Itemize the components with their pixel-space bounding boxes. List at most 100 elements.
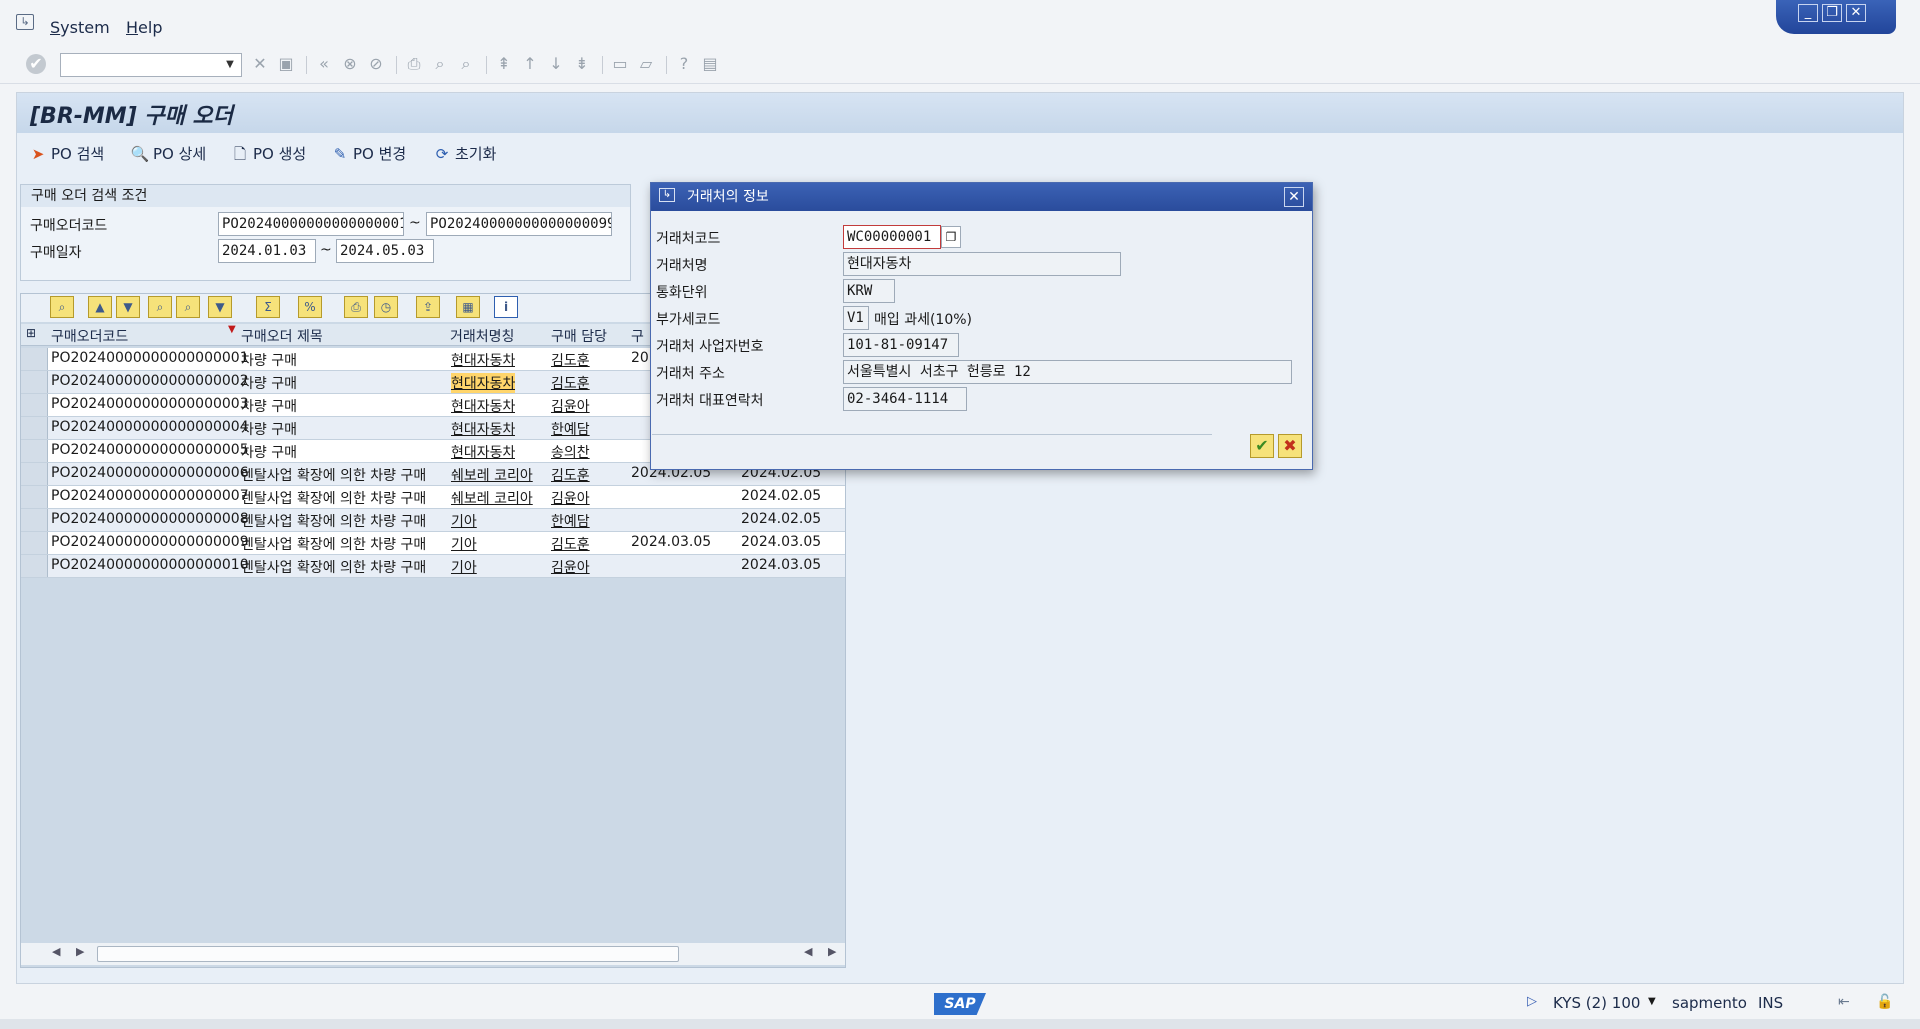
po-code-from-field[interactable]: PO20240000000000000001 — [218, 212, 404, 236]
shortcut-icon[interactable]: ▱ — [636, 54, 656, 74]
details-icon[interactable]: ⌕ — [50, 296, 74, 318]
scrollbar-thumb[interactable] — [97, 946, 679, 962]
po-date-from-field[interactable]: 2024.01.03 — [218, 239, 316, 263]
menu-help[interactable]: Help — [126, 18, 162, 37]
row-selector[interactable] — [21, 417, 48, 439]
cell-vendor[interactable]: 기아 — [451, 511, 477, 531]
session-info[interactable]: KYS (2) 100 — [1553, 994, 1640, 1012]
vendor-code-field[interactable]: WC00000001 — [843, 225, 941, 249]
dialog-menu-icon[interactable]: ↳ — [659, 188, 675, 202]
print-icon[interactable]: ⎙ — [344, 296, 368, 318]
sort-descending-icon[interactable]: ▼ — [116, 296, 140, 318]
row-selector[interactable] — [21, 509, 48, 531]
row-selector[interactable] — [21, 532, 48, 554]
row-selector[interactable] — [21, 348, 48, 370]
find-icon[interactable]: ⌕ — [148, 296, 172, 318]
cancel-icon[interactable]: ✖ — [1278, 434, 1302, 458]
views-icon[interactable]: ◷ — [374, 296, 398, 318]
table-row[interactable]: PO20240000000000000008 렌탈사업 확장에 의한 차량 구매 기… — [21, 509, 845, 532]
scroll-left-icon[interactable]: ◀ — [52, 945, 60, 958]
reset-button[interactable]: ⟳ 초기화 — [432, 143, 497, 164]
enter-icon[interactable]: ✔ — [26, 54, 46, 74]
column-header-title[interactable]: 구매오더 제목 — [241, 326, 323, 346]
last-page-icon[interactable]: ⇟ — [572, 54, 592, 74]
cell-vendor[interactable]: 현대자동차 — [451, 442, 515, 462]
new-session-icon[interactable]: ▭ — [610, 54, 630, 74]
layout-icon[interactable]: ▤ — [700, 54, 720, 74]
column-header-po-code[interactable]: 구매오더코드 — [51, 326, 128, 346]
close-icon[interactable]: ✕ — [1284, 187, 1304, 207]
sort-ascending-icon[interactable]: ▲ — [88, 296, 112, 318]
table-row[interactable]: PO20240000000000000007 렌탈사업 확장에 의한 차량 구매 쉐… — [21, 486, 845, 509]
next-page-icon[interactable]: ↓ — [546, 54, 566, 74]
export-icon[interactable]: ⇪ — [416, 296, 440, 318]
previous-page-icon[interactable]: ↑ — [520, 54, 540, 74]
find-icon[interactable]: ⌕ — [430, 54, 450, 74]
layout-icon[interactable]: ▦ — [456, 296, 480, 318]
cell-buyer[interactable]: 김윤아 — [551, 488, 590, 508]
chevron-down-icon[interactable]: ▼ — [1648, 996, 1656, 1007]
sum-icon[interactable]: Σ — [256, 296, 280, 318]
cell-vendor[interactable]: 쉐보레 코리아 — [451, 465, 533, 485]
po-code-to-field[interactable]: PO20240000000000000099 — [426, 212, 612, 236]
layout-icon[interactable]: ⇤ — [1838, 994, 1850, 1010]
find-next-icon[interactable]: ⌕ — [176, 296, 200, 318]
system-menu-icon[interactable]: ↳ — [16, 14, 34, 30]
cell-vendor[interactable]: 현대자동차 — [451, 350, 515, 370]
row-selector[interactable] — [21, 555, 48, 577]
info-icon[interactable]: i — [494, 296, 518, 318]
help-icon[interactable]: ? — [674, 54, 694, 74]
po-create-button[interactable]: 🗋 PO 생성 — [230, 143, 306, 169]
cell-buyer[interactable]: 김윤아 — [551, 557, 590, 577]
command-field[interactable] — [60, 53, 242, 77]
find-next-icon[interactable]: ⌕ — [456, 54, 476, 74]
cell-vendor[interactable]: 쉐보레 코리아 — [451, 488, 533, 508]
status-expand-icon[interactable]: ▷ — [1527, 994, 1537, 1009]
po-detail-button[interactable]: 🔍 PO 상세 — [130, 143, 207, 164]
scroll-right-icon[interactable]: ▶ — [828, 945, 836, 958]
chevron-down-icon[interactable]: ▼ — [220, 54, 240, 76]
exit-icon[interactable]: ⊗ — [340, 54, 360, 74]
row-selector[interactable] — [21, 440, 48, 462]
cell-vendor[interactable]: 현대자동차 — [451, 396, 515, 416]
print-icon[interactable]: ⎙ — [404, 54, 424, 74]
cell-buyer[interactable]: 김도훈 — [551, 534, 590, 554]
cell-buyer[interactable]: 김도훈 — [551, 350, 590, 370]
cancel-command-icon[interactable]: ✕ — [250, 54, 270, 74]
row-selector[interactable] — [21, 371, 48, 393]
first-page-icon[interactable]: ⇞ — [494, 54, 514, 74]
cell-vendor[interactable]: 기아 — [451, 534, 477, 554]
scroll-left-icon[interactable]: ◀ — [804, 945, 812, 958]
save-icon[interactable]: ▣ — [276, 54, 296, 74]
back-icon[interactable]: « — [314, 54, 334, 74]
copy-icon[interactable]: ❐ — [941, 226, 961, 248]
table-row[interactable]: PO20240000000000000010 렌탈사업 확장에 의한 차량 구매 기… — [21, 555, 845, 578]
po-date-to-field[interactable]: 2024.05.03 — [336, 239, 434, 263]
row-selector[interactable] — [21, 394, 48, 416]
column-header-date[interactable]: 구 — [631, 326, 644, 346]
cell-buyer[interactable]: 한예담 — [551, 511, 590, 531]
cell-vendor[interactable]: 기아 — [451, 557, 477, 577]
menu-system[interactable]: System — [50, 18, 110, 37]
cell-buyer[interactable]: 한예담 — [551, 419, 590, 439]
cell-buyer[interactable]: 김윤아 — [551, 396, 590, 416]
cell-buyer[interactable]: 김도훈 — [551, 373, 590, 393]
cell-buyer[interactable]: 김도훈 — [551, 465, 590, 485]
select-all-icon[interactable]: ⊞ — [26, 326, 36, 340]
row-selector[interactable] — [21, 486, 48, 508]
row-selector[interactable] — [21, 463, 48, 485]
cell-vendor[interactable]: 현대자동차 — [451, 373, 516, 393]
table-row[interactable]: PO20240000000000000009 렌탈사업 확장에 의한 차량 구매 기… — [21, 532, 845, 555]
confirm-icon[interactable]: ✔ — [1250, 434, 1274, 458]
po-change-button[interactable]: ✎ PO 변경 — [330, 143, 407, 164]
column-header-buyer[interactable]: 구매 담당 — [551, 326, 607, 346]
cancel-icon[interactable]: ⊘ — [366, 54, 386, 74]
filter-icon[interactable]: ▼ — [208, 296, 232, 318]
scroll-right-icon[interactable]: ▶ — [76, 945, 84, 958]
cell-vendor[interactable]: 현대자동차 — [451, 419, 515, 439]
cell-buyer[interactable]: 송의찬 — [551, 442, 590, 462]
lock-icon[interactable]: 🔓 — [1876, 994, 1893, 1010]
po-search-button[interactable]: ➤ PO 검색 — [28, 143, 105, 164]
subtotal-icon[interactable]: % — [298, 296, 322, 318]
column-header-vendor[interactable]: 거래처명칭 — [450, 326, 514, 346]
